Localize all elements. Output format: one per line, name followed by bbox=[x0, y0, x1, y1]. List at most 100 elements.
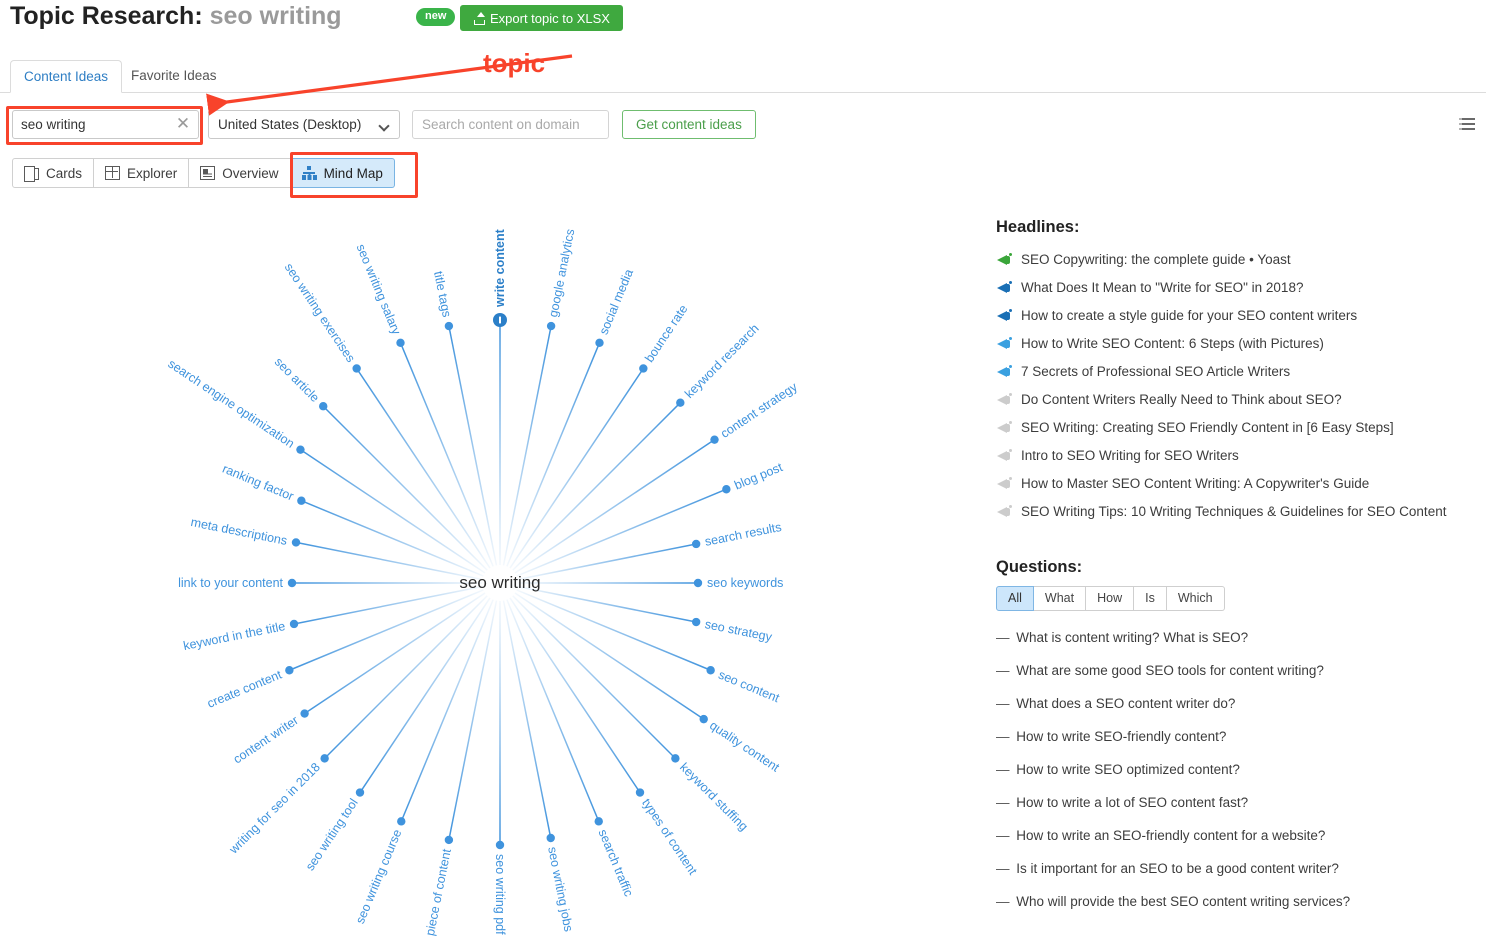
headline-text[interactable]: SEO Copywriting: the complete guide • Yo… bbox=[1021, 246, 1291, 274]
mind-map-node-dot[interactable] bbox=[319, 402, 327, 410]
question-row[interactable]: — Who will provide the best SEO content … bbox=[996, 885, 1478, 918]
question-row[interactable]: — Is it important for an SEO to be a goo… bbox=[996, 852, 1478, 885]
close-icon[interactable]: ✕ bbox=[175, 115, 191, 134]
tab-favorite-ideas[interactable]: Favorite Ideas bbox=[118, 60, 230, 93]
mind-map-node-dot[interactable] bbox=[296, 445, 304, 453]
headline-row[interactable]: Do Content Writers Really Need to Think … bbox=[996, 386, 1478, 414]
mind-map-node-dot[interactable] bbox=[288, 579, 296, 587]
headline-row[interactable]: SEO Writing: Creating SEO Friendly Conte… bbox=[996, 414, 1478, 442]
question-dash: — bbox=[996, 894, 1010, 909]
mind-map-node-dot[interactable] bbox=[710, 435, 718, 443]
headline-row[interactable]: 7 Secrets of Professional SEO Article Wr… bbox=[996, 358, 1478, 386]
headline-text[interactable]: What Does It Mean to "Write for SEO" in … bbox=[1021, 274, 1303, 302]
mind-map-node-dot[interactable] bbox=[445, 322, 453, 330]
question-filter-what[interactable]: What bbox=[1034, 586, 1086, 611]
domain-search-input[interactable] bbox=[412, 110, 609, 139]
headline-text[interactable]: How to create a style guide for your SEO… bbox=[1021, 302, 1357, 330]
megaphone-icon bbox=[996, 302, 1012, 330]
headline-row[interactable]: What Does It Mean to "Write for SEO" in … bbox=[996, 274, 1478, 302]
tab-content-ideas[interactable]: Content Ideas bbox=[10, 60, 122, 93]
view-button-cards-label: Cards bbox=[46, 166, 82, 181]
question-row[interactable]: — What are some good SEO tools for conte… bbox=[996, 654, 1478, 687]
headline-text[interactable]: SEO Writing Tips: 10 Writing Techniques … bbox=[1021, 498, 1446, 526]
question-text[interactable]: How to write SEO-friendly content? bbox=[1013, 729, 1227, 744]
question-filter-how[interactable]: How bbox=[1086, 586, 1134, 611]
headline-text[interactable]: Intro to SEO Writing for SEO Writers bbox=[1021, 442, 1239, 470]
mind-map-node-dot[interactable] bbox=[300, 709, 308, 717]
mind-map-node-dot[interactable] bbox=[297, 497, 305, 505]
headline-text[interactable]: Do Content Writers Really Need to Think … bbox=[1021, 386, 1342, 414]
export-button-label: Export topic to XLSX bbox=[490, 11, 610, 26]
headline-text[interactable]: How to Master SEO Content Writing: A Cop… bbox=[1021, 470, 1369, 498]
mind-map-node-dot[interactable] bbox=[595, 339, 603, 347]
mind-map-node-dot[interactable] bbox=[700, 715, 708, 723]
database-select[interactable]: United States (Desktop) bbox=[208, 110, 400, 139]
mind-map-node-dot[interactable] bbox=[706, 666, 714, 674]
mind-map-node-dot[interactable] bbox=[397, 817, 405, 825]
question-dash: — bbox=[996, 828, 1010, 843]
headline-text[interactable]: SEO Writing: Creating SEO Friendly Conte… bbox=[1021, 414, 1394, 442]
view-button-explorer[interactable]: Explorer bbox=[94, 158, 189, 188]
headline-row[interactable]: How to Write SEO Content: 6 Steps (with … bbox=[996, 330, 1478, 358]
view-switch: Cards Explorer Overview Mind Map bbox=[12, 158, 395, 188]
question-row[interactable]: — How to write a lot of SEO content fast… bbox=[996, 786, 1478, 819]
view-button-overview[interactable]: Overview bbox=[189, 158, 290, 188]
question-text[interactable]: How to write a lot of SEO content fast? bbox=[1013, 795, 1249, 810]
question-text[interactable]: Who will provide the best SEO content wr… bbox=[1013, 894, 1351, 909]
mind-map-node-dot[interactable] bbox=[496, 841, 504, 849]
headline-row[interactable]: SEO Writing Tips: 10 Writing Techniques … bbox=[996, 498, 1478, 526]
mind-map-node-label[interactable]: seo keywords bbox=[707, 576, 783, 590]
question-text[interactable]: How to write an SEO-friendly content for… bbox=[1013, 828, 1326, 843]
question-row[interactable]: — How to write SEO-friendly content? bbox=[996, 720, 1478, 753]
question-row[interactable]: — What does a SEO content writer do? bbox=[996, 687, 1478, 720]
headline-row[interactable]: Intro to SEO Writing for SEO Writers bbox=[996, 442, 1478, 470]
headline-text[interactable]: 7 Secrets of Professional SEO Article Wr… bbox=[1021, 358, 1290, 386]
question-text[interactable]: Is it important for an SEO to be a good … bbox=[1013, 861, 1339, 876]
view-button-cards[interactable]: Cards bbox=[12, 158, 94, 188]
mind-map-node-dot[interactable] bbox=[320, 754, 328, 762]
mind-map-node-label[interactable]: seo writing pdf bbox=[493, 854, 507, 935]
topic-input-wrap: ✕ bbox=[12, 110, 199, 139]
get-content-ideas-button[interactable]: Get content ideas bbox=[622, 110, 756, 139]
mind-map-node-dot[interactable] bbox=[692, 540, 700, 548]
mind-map-node-dot[interactable] bbox=[692, 618, 700, 626]
mind-map-node-label[interactable]: link to your content bbox=[178, 576, 283, 590]
question-row[interactable]: — How to write an SEO-friendly content f… bbox=[996, 819, 1478, 852]
export-to-xlsx-button[interactable]: Export topic to XLSX bbox=[460, 5, 623, 31]
mind-map-node-dot[interactable] bbox=[694, 579, 702, 587]
list-view-icon[interactable] bbox=[1459, 118, 1475, 130]
mind-map-node-label[interactable]: write content bbox=[493, 229, 507, 307]
mind-map-node-dot[interactable] bbox=[722, 485, 730, 493]
mind-map-node-dot[interactable] bbox=[356, 788, 364, 796]
headline-row[interactable]: How to create a style guide for your SEO… bbox=[996, 302, 1478, 330]
question-text[interactable]: What is content writing? What is SEO? bbox=[1013, 630, 1249, 645]
mind-map-node-dot[interactable] bbox=[671, 754, 679, 762]
mindmap-icon bbox=[302, 166, 317, 180]
mind-map-node-dot[interactable] bbox=[396, 339, 404, 347]
headline-row[interactable]: SEO Copywriting: the complete guide • Yo… bbox=[996, 246, 1478, 274]
mind-map-node-dot[interactable] bbox=[676, 398, 684, 406]
mind-map-node-dot[interactable] bbox=[639, 364, 647, 372]
question-filter-is[interactable]: Is bbox=[1134, 586, 1167, 611]
question-filter-which[interactable]: Which bbox=[1167, 586, 1225, 611]
headline-text[interactable]: How to Write SEO Content: 6 Steps (with … bbox=[1021, 330, 1324, 358]
mind-map-node-dot[interactable] bbox=[547, 834, 555, 842]
mind-map-node-dot[interactable] bbox=[636, 788, 644, 796]
mind-map[interactable]: seo writing write contentgoogle analytic… bbox=[0, 205, 980, 927]
topic-input[interactable] bbox=[13, 111, 163, 138]
question-filter-all[interactable]: All bbox=[996, 586, 1034, 611]
question-text[interactable]: What does a SEO content writer do? bbox=[1013, 696, 1236, 711]
mind-map-node-dot[interactable] bbox=[290, 620, 298, 628]
question-text[interactable]: How to write SEO optimized content? bbox=[1013, 762, 1240, 777]
mind-map-node-dot[interactable] bbox=[445, 836, 453, 844]
view-button-mind-map[interactable]: Mind Map bbox=[291, 158, 395, 188]
question-row[interactable]: — What is content writing? What is SEO? bbox=[996, 621, 1478, 654]
mind-map-node-dot[interactable] bbox=[547, 322, 555, 330]
question-row[interactable]: — How to write SEO optimized content? bbox=[996, 753, 1478, 786]
mind-map-node-dot[interactable] bbox=[595, 817, 603, 825]
headline-row[interactable]: How to Master SEO Content Writing: A Cop… bbox=[996, 470, 1478, 498]
mind-map-node-dot[interactable] bbox=[352, 364, 360, 372]
mind-map-node-dot[interactable] bbox=[292, 538, 300, 546]
question-text[interactable]: What are some good SEO tools for content… bbox=[1013, 663, 1324, 678]
mind-map-node-dot[interactable] bbox=[285, 666, 293, 674]
